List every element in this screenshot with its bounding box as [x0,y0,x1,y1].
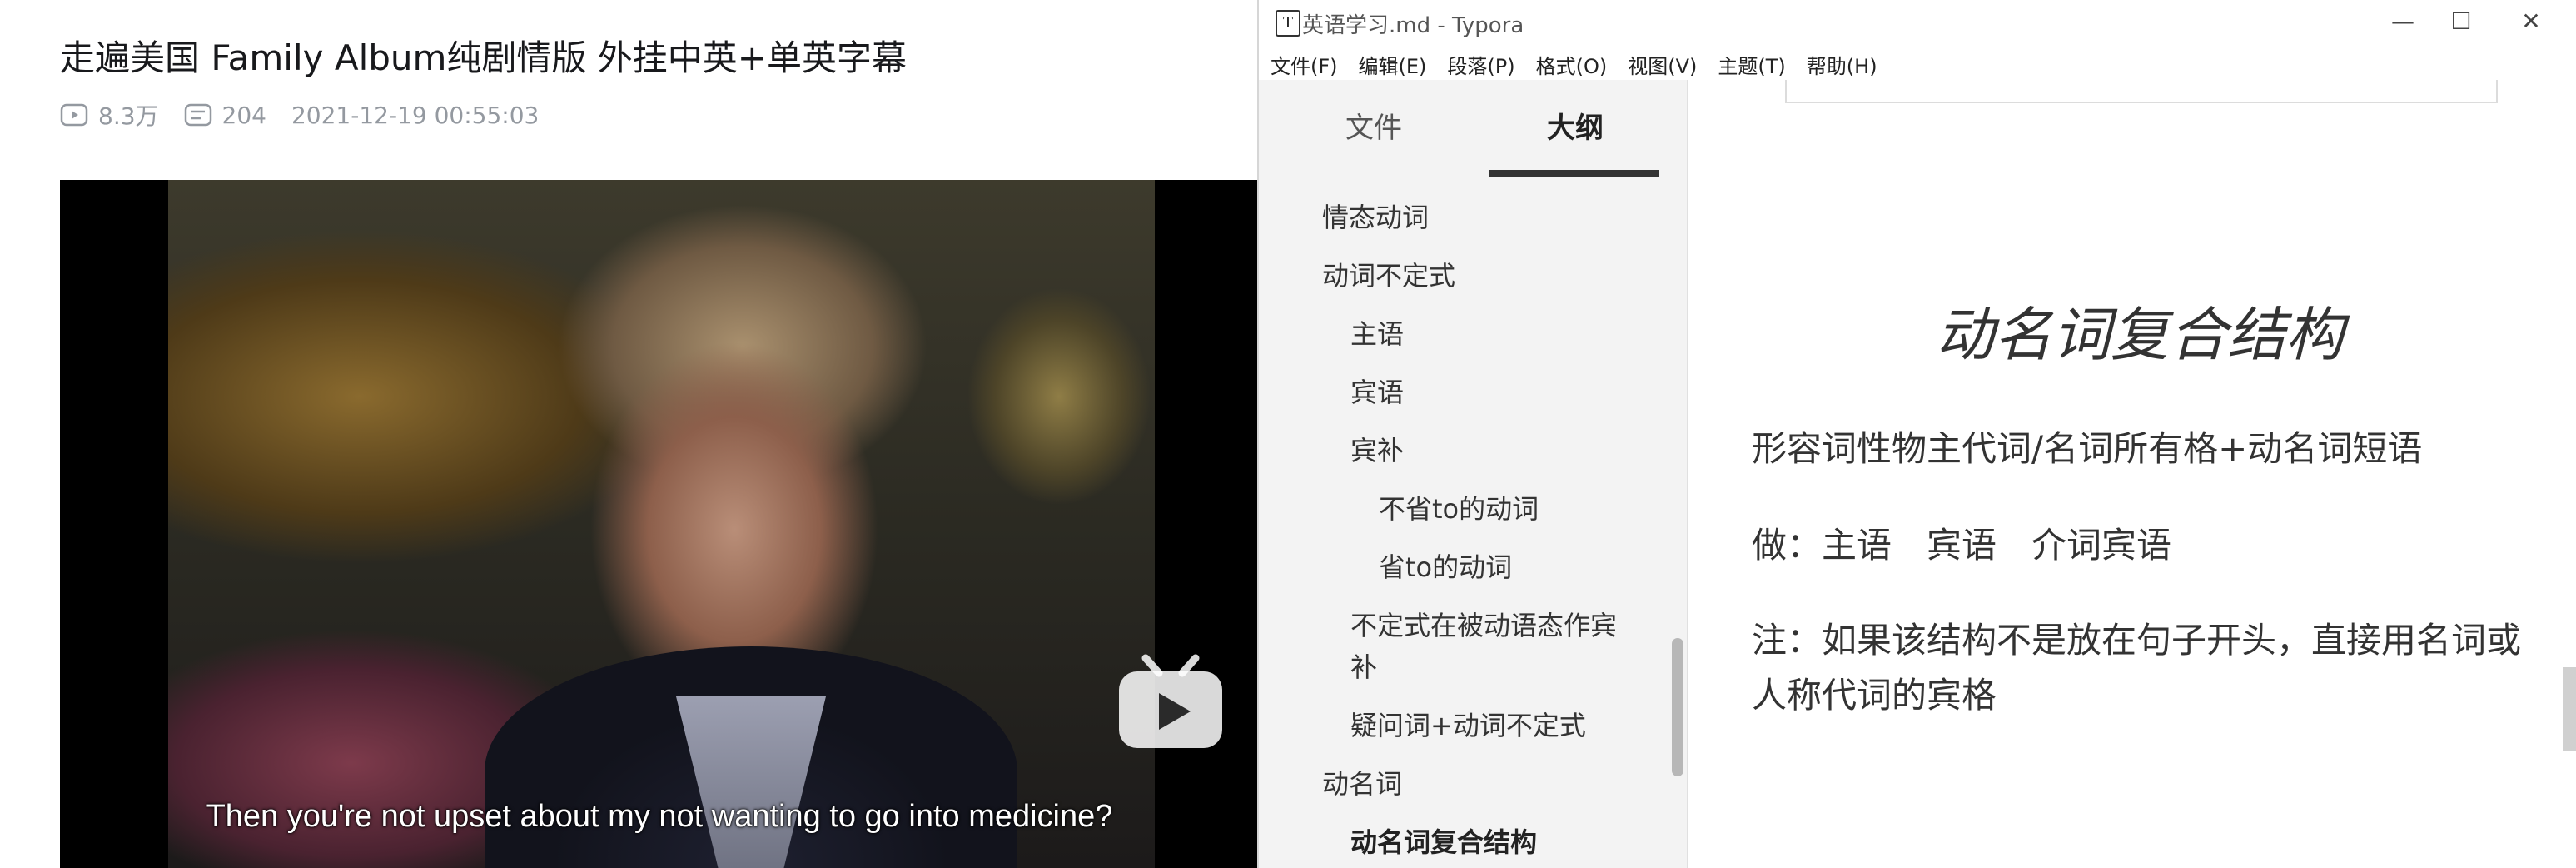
menu-format[interactable]: 格式(O) [1536,50,1608,79]
menu-view[interactable]: 视图(V) [1628,50,1697,79]
views-count: 8.3万 [98,102,159,130]
editor-scrollbar[interactable] [2563,667,2576,751]
menu-edit[interactable]: 编辑(E) [1359,50,1427,79]
typora-app-icon: T [1276,10,1300,37]
bilibili-play-icon[interactable] [1112,653,1229,753]
tab-files[interactable]: 文件 [1345,105,1402,146]
danmaku-icon [184,103,211,127]
outline-item[interactable]: 情态动词 [1322,197,1429,235]
document-heading: 动名词复合结构 [1936,301,2344,369]
paragraph: 注：如果该结构不是放在句子开头，直接用名词或人称代词的宾格 [1752,620,2522,716]
outline-item[interactable]: 动词不定式 [1322,255,1455,293]
sidebar-tabs: 文件 大纲 [1259,105,1687,180]
outline-item[interactable]: 宾补 [1350,430,1404,468]
sidebar-scrollbar[interactable] [1672,638,1683,776]
menu-bar: 文件(F) 编辑(E) 段落(P) 格式(O) 视图(V) 主题(T) 帮助(H… [1259,45,1898,83]
video-frame [168,180,1155,868]
paragraph: 做：主语 宾语 介词宾语 [1752,525,2172,566]
outline-item[interactable]: 疑问词+动词不定式 [1350,705,1586,743]
menu-help[interactable]: 帮助(H) [1807,50,1877,79]
typora-window: T 英语学习.md - Typora — ☐ ✕ 文件(F) 编辑(E) 段落(… [1257,0,2576,868]
code-block-edge [1785,80,2498,103]
active-tab-indicator [1489,170,1659,177]
menu-file[interactable]: 文件(F) [1271,50,1338,79]
views-stat: 8.3万 [60,98,159,132]
paragraph: 形容词性物主代词/名词所有格+动名词短语 [1752,428,2423,469]
publish-date-text: 2021-12-19 00:55:03 [291,101,540,129]
outline-item[interactable]: 不定式在被动语态作宾 [1350,605,1617,643]
outline-item[interactable]: 主语 [1350,313,1404,352]
menu-theme[interactable]: 主题(T) [1718,50,1785,79]
play-count-icon [60,103,88,127]
minimize-button[interactable]: — [2378,5,2428,38]
danmaku-stat: 204 [184,102,266,129]
video-subtitle: Then you're not upset about my not wanti… [206,799,1113,834]
menu-paragraph[interactable]: 段落(P) [1447,50,1514,79]
outline-item[interactable]: 宾语 [1350,372,1404,410]
video-meta: 8.3万 204 2021-12-19 00:55:03 [60,97,564,133]
maximize-button[interactable]: ☐ [2436,5,2486,38]
outline-item[interactable]: 省to的动词 [1379,546,1512,585]
outline-item-active[interactable]: 动名词复合结构 [1350,821,1537,860]
outline-item-wrap[interactable]: 补 [1350,646,1377,685]
publish-date: 2021-12-19 00:55:03 [291,102,539,129]
editor[interactable]: 动名词复合结构 形容词性物主代词/名词所有格+动名词短语 做：主语 宾语 介词宾… [1688,80,2576,868]
outline-item[interactable]: 动名词 [1322,763,1402,801]
window-title: 英语学习.md - Typora [1302,13,1524,38]
danmaku-count: 204 [221,101,266,129]
video-title: 走遍美国 Family Album纯剧情版 外挂中英+单英字幕 [60,37,907,78]
tab-outline[interactable]: 大纲 [1547,105,1604,146]
video-player[interactable]: Then you're not upset about my not wanti… [60,180,1259,868]
outline-item[interactable]: 不省to的动词 [1379,488,1539,526]
title-bar: T 英语学习.md - Typora — ☐ ✕ [1259,0,2576,43]
close-button[interactable]: ✕ [2506,5,2556,38]
sidebar: 文件 大纲 情态动词 动词不定式 主语 宾语 宾补 不省to的动词 省to的动词… [1259,80,1688,868]
